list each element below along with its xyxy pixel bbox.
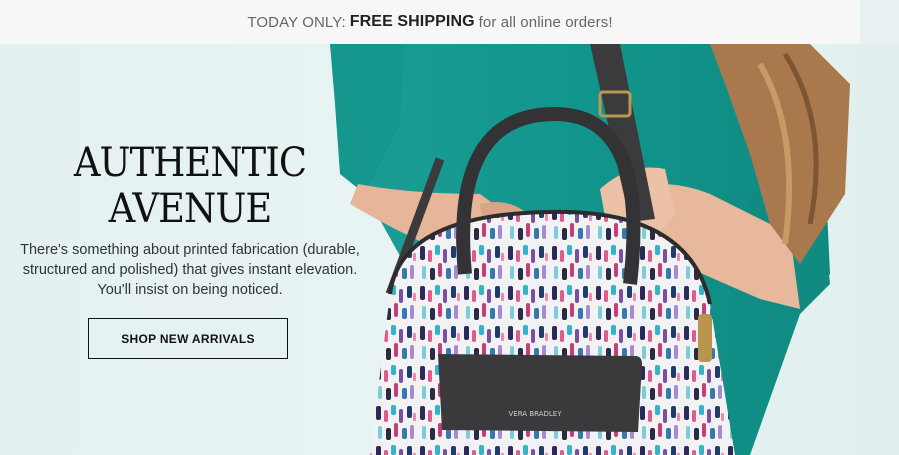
cta-label: SHOP NEW ARRIVALS [121, 331, 255, 346]
hero-title: AUTHENTIC AVENUE [15, 140, 365, 232]
hero-banner[interactable]: VERA BRADLEY AUTHENTIC AVENUE There's so… [0, 44, 899, 455]
promo-banner: TODAY ONLY: FREE SHIPPING for all online… [0, 0, 860, 44]
hero-description: There's something about printed fabricat… [20, 242, 360, 298]
promo-suffix: for all online orders! [478, 13, 613, 31]
bag-brand-label: VERA BRADLEY [509, 410, 563, 418]
shop-new-arrivals-button[interactable]: SHOP NEW ARRIVALS [88, 318, 288, 359]
hero-copy: AUTHENTIC AVENUE There's something about… [0, 140, 380, 300]
hero-title-line1: AUTHENTIC [73, 140, 307, 186]
hero-photo: VERA BRADLEY [330, 44, 850, 455]
promo-prefix: TODAY ONLY: [247, 13, 346, 31]
hero-title-line2: AVENUE [108, 186, 273, 232]
promo-highlight: FREE SHIPPING [349, 13, 475, 30]
